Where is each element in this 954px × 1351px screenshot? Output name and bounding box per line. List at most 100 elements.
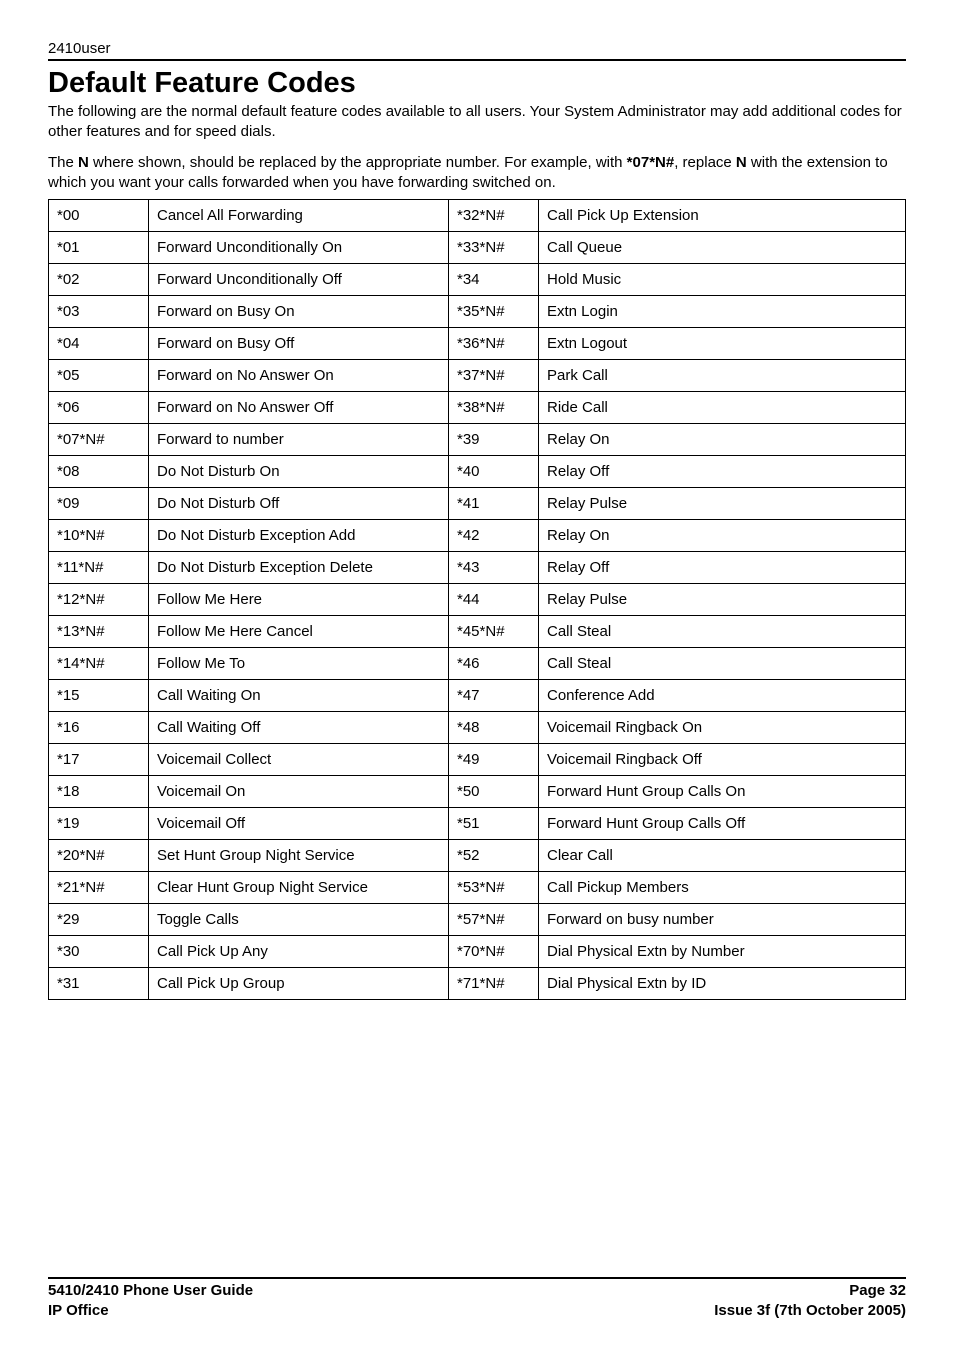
code-left: *11*N#: [49, 552, 149, 584]
desc-right: Call Steal: [539, 648, 906, 680]
code-left: *31: [49, 968, 149, 1000]
desc-left: Cancel All Forwarding: [149, 200, 449, 232]
code-right: *42: [449, 520, 539, 552]
desc-right: Forward Hunt Group Calls Off: [539, 808, 906, 840]
intro2-text: The: [48, 154, 78, 171]
table-row: *29Toggle Calls*57*N#Forward on busy num…: [49, 904, 906, 936]
desc-right: Conference Add: [539, 680, 906, 712]
desc-right: Call Pickup Members: [539, 872, 906, 904]
desc-right: Hold Music: [539, 264, 906, 296]
code-left: *06: [49, 392, 149, 424]
intro-paragraph-2: The N where shown, should be replaced by…: [48, 153, 906, 194]
code-right: *35*N#: [449, 296, 539, 328]
code-left: *30: [49, 936, 149, 968]
code-left: *02: [49, 264, 149, 296]
desc-right: Relay Off: [539, 552, 906, 584]
table-row: *15Call Waiting On*47Conference Add: [49, 680, 906, 712]
desc-right: Extn Logout: [539, 328, 906, 360]
code-left: *10*N#: [49, 520, 149, 552]
desc-right: Dial Physical Extn by Number: [539, 936, 906, 968]
table-row: *07*N#Forward to number*39Relay On: [49, 424, 906, 456]
table-row: *00Cancel All Forwarding*32*N#Call Pick …: [49, 200, 906, 232]
footer-right-2: Issue 3f (7th October 2005): [714, 1301, 906, 1321]
code-left: *19: [49, 808, 149, 840]
code-right: *41: [449, 488, 539, 520]
table-row: *16Call Waiting Off*48Voicemail Ringback…: [49, 712, 906, 744]
table-row: *13*N#Follow Me Here Cancel*45*N#Call St…: [49, 616, 906, 648]
desc-left: Follow Me To: [149, 648, 449, 680]
desc-right: Relay Pulse: [539, 584, 906, 616]
code-left: *00: [49, 200, 149, 232]
footer-left-1: 5410/2410 Phone User Guide: [48, 1281, 253, 1301]
code-left: *12*N#: [49, 584, 149, 616]
code-right: *49: [449, 744, 539, 776]
desc-left: Clear Hunt Group Night Service: [149, 872, 449, 904]
code-left: *15: [49, 680, 149, 712]
code-left: *16: [49, 712, 149, 744]
code-left: *07*N#: [49, 424, 149, 456]
footer-right-1: Page 32: [849, 1281, 906, 1301]
code-right: *32*N#: [449, 200, 539, 232]
desc-right: Forward on busy number: [539, 904, 906, 936]
code-right: *51: [449, 808, 539, 840]
header-rule: [48, 59, 906, 61]
table-row: *12*N#Follow Me Here*44Relay Pulse: [49, 584, 906, 616]
desc-left: Voicemail Off: [149, 808, 449, 840]
desc-left: Follow Me Here Cancel: [149, 616, 449, 648]
code-left: *09: [49, 488, 149, 520]
table-row: *02Forward Unconditionally Off*34Hold Mu…: [49, 264, 906, 296]
code-left: *03: [49, 296, 149, 328]
code-right: *45*N#: [449, 616, 539, 648]
code-left: *05: [49, 360, 149, 392]
desc-right: Clear Call: [539, 840, 906, 872]
desc-left: Call Pick Up Group: [149, 968, 449, 1000]
code-right: *50: [449, 776, 539, 808]
table-row: *31Call Pick Up Group*71*N#Dial Physical…: [49, 968, 906, 1000]
table-row: *05Forward on No Answer On*37*N#Park Cal…: [49, 360, 906, 392]
table-row: *20*N#Set Hunt Group Night Service*52Cle…: [49, 840, 906, 872]
desc-right: Call Queue: [539, 232, 906, 264]
code-right: *52: [449, 840, 539, 872]
table-row: *19Voicemail Off*51Forward Hunt Group Ca…: [49, 808, 906, 840]
header-doc-id: 2410user: [48, 40, 906, 59]
code-left: *18: [49, 776, 149, 808]
table-row: *03Forward on Busy On*35*N#Extn Login: [49, 296, 906, 328]
footer-left-2: IP Office: [48, 1301, 109, 1321]
desc-right: Relay On: [539, 424, 906, 456]
table-row: *04Forward on Busy Off*36*N#Extn Logout: [49, 328, 906, 360]
desc-left: Forward to number: [149, 424, 449, 456]
feature-codes-table: *00Cancel All Forwarding*32*N# Call Pick …: [48, 199, 906, 1000]
intro2-bold-code: *07*N#: [627, 154, 675, 171]
code-right: *46: [449, 648, 539, 680]
desc-right: Extn Login: [539, 296, 906, 328]
desc-left: Call Waiting On: [149, 680, 449, 712]
table-row: *10*N#Do Not Disturb Exception Add*42Rel…: [49, 520, 906, 552]
page-title: Default Feature Codes: [48, 67, 906, 100]
table-row: *14*N#Follow Me To*46Call Steal: [49, 648, 906, 680]
desc-left: Do Not Disturb Exception Add: [149, 520, 449, 552]
code-left: *01: [49, 232, 149, 264]
code-left: *29: [49, 904, 149, 936]
desc-right: Call Steal: [539, 616, 906, 648]
code-right: *40: [449, 456, 539, 488]
intro-paragraph-1: The following are the normal default fea…: [48, 102, 906, 143]
desc-right: Forward Hunt Group Calls On: [539, 776, 906, 808]
code-right: *48: [449, 712, 539, 744]
intro2-bold-n1: N: [78, 154, 89, 171]
desc-left: Call Pick Up Any: [149, 936, 449, 968]
code-right: *33*N#: [449, 232, 539, 264]
table-row: *30Call Pick Up Any*70*N#Dial Physical E…: [49, 936, 906, 968]
table-row: *06Forward on No Answer Off*38*N#Ride Ca…: [49, 392, 906, 424]
table-row: *21*N#Clear Hunt Group Night Service*53*…: [49, 872, 906, 904]
code-right: *38*N#: [449, 392, 539, 424]
desc-right: Relay Pulse: [539, 488, 906, 520]
desc-right: Voicemail Ringback Off: [539, 744, 906, 776]
desc-left: Do Not Disturb On: [149, 456, 449, 488]
desc-right: Ride Call: [539, 392, 906, 424]
code-left: *14*N#: [49, 648, 149, 680]
desc-left: Forward on Busy On: [149, 296, 449, 328]
code-right: *71*N#: [449, 968, 539, 1000]
desc-left: Do Not Disturb Off: [149, 488, 449, 520]
code-left: *20*N#: [49, 840, 149, 872]
desc-right: Park Call: [539, 360, 906, 392]
